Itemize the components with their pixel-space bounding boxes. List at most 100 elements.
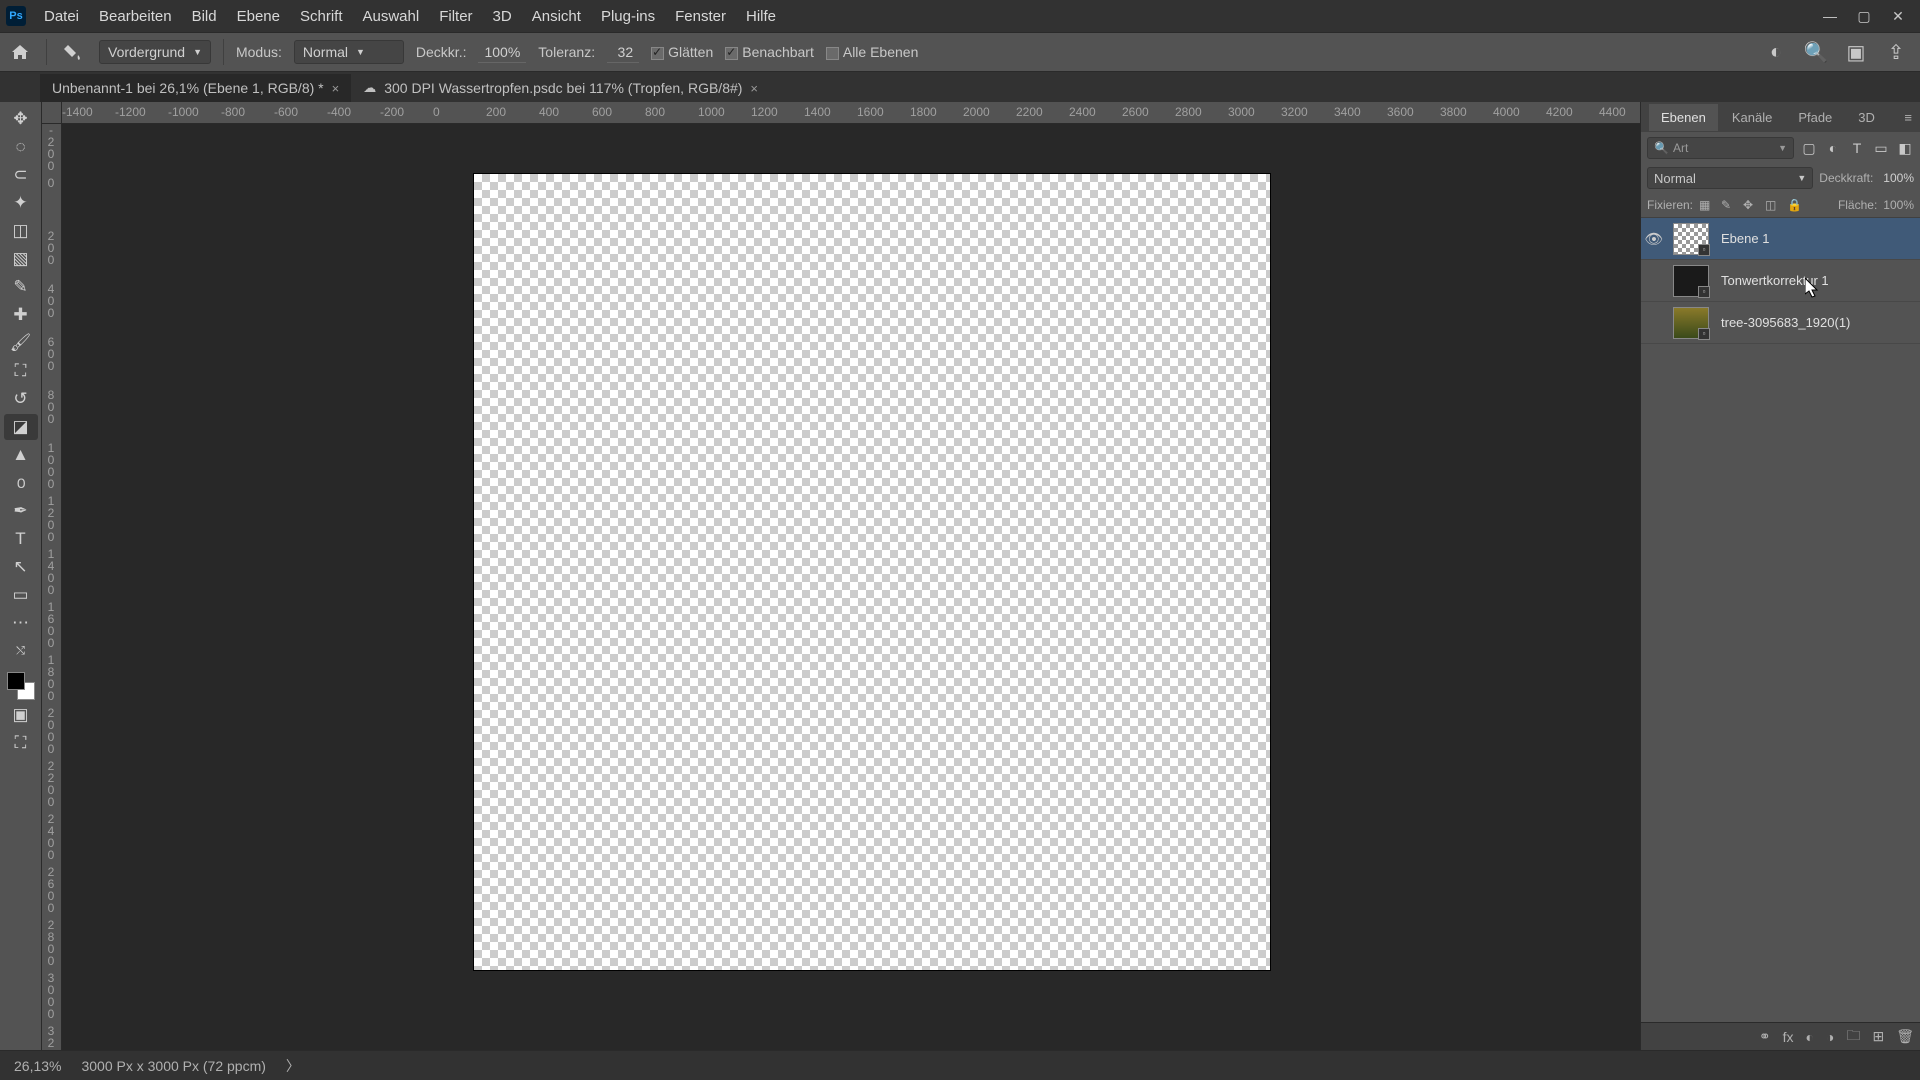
lock-all-icon[interactable]: 🔒: [1787, 198, 1803, 212]
filter-adjust-icon[interactable]: ◐: [1824, 139, 1842, 157]
horizontal-ruler[interactable]: -1400-1200-1000-800-600-400-200020040060…: [62, 102, 1640, 124]
gradient-tool[interactable]: ▲: [4, 442, 38, 468]
filter-type-icon[interactable]: T: [1848, 139, 1866, 157]
crop-tool[interactable]: ◫: [4, 218, 38, 244]
layer-row[interactable]: ▫ Tonwertkorrektur 1: [1641, 260, 1920, 302]
menu-bild[interactable]: Bild: [184, 6, 225, 27]
frame-tool[interactable]: ▧: [4, 246, 38, 272]
document-tab[interactable]: Unbenannt-1 bei 26,1% (Ebene 1, RGB/8) *…: [40, 74, 351, 102]
layer-name[interactable]: Tonwertkorrektur 1: [1721, 273, 1829, 288]
layer-thumbnail[interactable]: ▫: [1673, 223, 1709, 255]
color-swatches[interactable]: [7, 672, 35, 700]
panel-menu-icon[interactable]: ≡: [1896, 106, 1920, 129]
new-layer-icon[interactable]: ⊞: [1872, 1028, 1884, 1045]
menu-datei[interactable]: Datei: [36, 6, 87, 27]
home-button[interactable]: [6, 38, 34, 66]
menu-3d[interactable]: 3D: [485, 6, 520, 27]
filter-smart-icon[interactable]: ◧: [1896, 139, 1914, 157]
ruler-origin[interactable]: [42, 102, 62, 124]
history-brush-tool[interactable]: ↺: [4, 386, 38, 412]
heal-tool[interactable]: ✚: [4, 302, 38, 328]
lock-position-icon[interactable]: ✥: [1743, 198, 1759, 212]
layer-filter-dropdown[interactable]: 🔍 Art ▼: [1647, 137, 1794, 159]
foreground-color[interactable]: [7, 672, 25, 690]
all-layers-checkbox[interactable]: Alle Ebenen: [826, 44, 919, 60]
fill-source-dropdown[interactable]: Vordergrund ▼: [99, 40, 211, 64]
menu-auswahl[interactable]: Auswahl: [355, 6, 428, 27]
document-canvas[interactable]: [474, 174, 1270, 970]
filter-image-icon[interactable]: ▢: [1800, 139, 1818, 157]
lasso-tool[interactable]: ⊂: [4, 162, 38, 188]
layer-blend-dropdown[interactable]: Normal ▼: [1647, 167, 1813, 189]
tab-3d[interactable]: 3D: [1846, 104, 1887, 131]
document-tab[interactable]: ☁ 300 DPI Wassertropfen.psdc bei 117% (T…: [351, 74, 770, 102]
path-tool[interactable]: ↖: [4, 554, 38, 580]
share-icon[interactable]: ⇪: [1884, 40, 1908, 64]
opacity-value[interactable]: 100%: [1883, 171, 1914, 185]
layer-mask-icon[interactable]: ◐: [1806, 1029, 1814, 1045]
close-tab-icon[interactable]: ×: [332, 81, 340, 96]
document-info[interactable]: 3000 Px x 3000 Px (72 ppcm): [81, 1058, 265, 1074]
brush-tool[interactable]: 🖌: [4, 330, 38, 356]
layer-row[interactable]: ▫ tree-3095683_1920(1): [1641, 302, 1920, 344]
shape-tool[interactable]: ▭: [4, 582, 38, 608]
visibility-toggle[interactable]: 👁: [1645, 230, 1663, 248]
minimize-button[interactable]: —: [1814, 4, 1846, 28]
menu-hilfe[interactable]: Hilfe: [738, 6, 784, 27]
quickmask-tool[interactable]: ▣: [4, 702, 38, 728]
marquee-tool[interactable]: ◌: [4, 134, 38, 160]
swap-colors-icon[interactable]: ⤭: [4, 638, 38, 664]
tab-pfade[interactable]: Pfade: [1786, 104, 1844, 131]
wand-tool[interactable]: ✦: [4, 190, 38, 216]
status-chevron-icon[interactable]: 〉: [286, 1056, 300, 1076]
menu-schrift[interactable]: Schrift: [292, 6, 351, 27]
opacity-field[interactable]: 100%: [478, 42, 526, 63]
layer-row[interactable]: 👁 ▫ Ebene 1: [1641, 218, 1920, 260]
delete-layer-icon[interactable]: 🗑: [1896, 1028, 1914, 1045]
contiguous-checkbox[interactable]: Benachbart: [725, 44, 814, 60]
menu-filter[interactable]: Filter: [431, 6, 480, 27]
lock-paint-icon[interactable]: ✎: [1721, 198, 1737, 212]
group-icon[interactable]: 🗀: [1846, 1025, 1860, 1049]
adjustment-layer-icon[interactable]: ◑: [1826, 1029, 1834, 1045]
eyedropper-tool[interactable]: ✎: [4, 274, 38, 300]
blur-tool[interactable]: ൦: [4, 470, 38, 496]
tolerance-field[interactable]: 32: [607, 42, 639, 63]
screenmode-tool[interactable]: ⛶: [4, 730, 38, 756]
lock-pixels-icon[interactable]: ▦: [1699, 198, 1715, 212]
layer-fx-icon[interactable]: fx: [1783, 1029, 1794, 1045]
lock-artboard-icon[interactable]: ◫: [1765, 198, 1781, 212]
visibility-toggle[interactable]: [1645, 272, 1663, 290]
menu-bearbeiten[interactable]: Bearbeiten: [91, 6, 180, 27]
antialias-checkbox[interactable]: Glätten: [651, 44, 713, 60]
canvas-area[interactable]: -1400-1200-1000-800-600-400-200020040060…: [42, 102, 1640, 1050]
layer-thumbnail[interactable]: ▫: [1673, 307, 1709, 339]
filter-shape-icon[interactable]: ▭: [1872, 139, 1890, 157]
layer-name[interactable]: tree-3095683_1920(1): [1721, 315, 1850, 330]
pen-tool[interactable]: ✒: [4, 498, 38, 524]
layer-name[interactable]: Ebene 1: [1721, 231, 1769, 246]
maximize-button[interactable]: ▢: [1848, 4, 1880, 28]
menu-plugins[interactable]: Plug-ins: [593, 6, 663, 27]
more-tool[interactable]: ⋯: [4, 610, 38, 636]
menu-fenster[interactable]: Fenster: [667, 6, 734, 27]
search-icon[interactable]: 🔍: [1804, 40, 1828, 64]
move-tool[interactable]: ✥: [4, 106, 38, 132]
link-layers-icon[interactable]: ⚭: [1759, 1028, 1771, 1045]
bucket-tool[interactable]: ◪: [4, 414, 38, 440]
zoom-level[interactable]: 26,13%: [14, 1058, 61, 1074]
fill-value[interactable]: 100%: [1883, 198, 1914, 212]
vertical-ruler[interactable]: -200020040060080010001200140016001800200…: [42, 124, 62, 1050]
cloud-docs-icon[interactable]: ◐: [1764, 40, 1788, 64]
menu-ansicht[interactable]: Ansicht: [524, 6, 589, 27]
type-tool[interactable]: T: [4, 526, 38, 552]
visibility-toggle[interactable]: [1645, 314, 1663, 332]
stamp-tool[interactable]: ⛶: [4, 358, 38, 384]
menu-ebene[interactable]: Ebene: [229, 6, 288, 27]
blend-mode-dropdown[interactable]: Normal ▼: [294, 40, 404, 64]
layer-thumbnail[interactable]: ▫: [1673, 265, 1709, 297]
close-tab-icon[interactable]: ×: [750, 81, 758, 96]
workspace-icon[interactable]: ▣: [1844, 40, 1868, 64]
close-button[interactable]: ✕: [1882, 4, 1914, 28]
tab-ebenen[interactable]: Ebenen: [1649, 104, 1718, 131]
